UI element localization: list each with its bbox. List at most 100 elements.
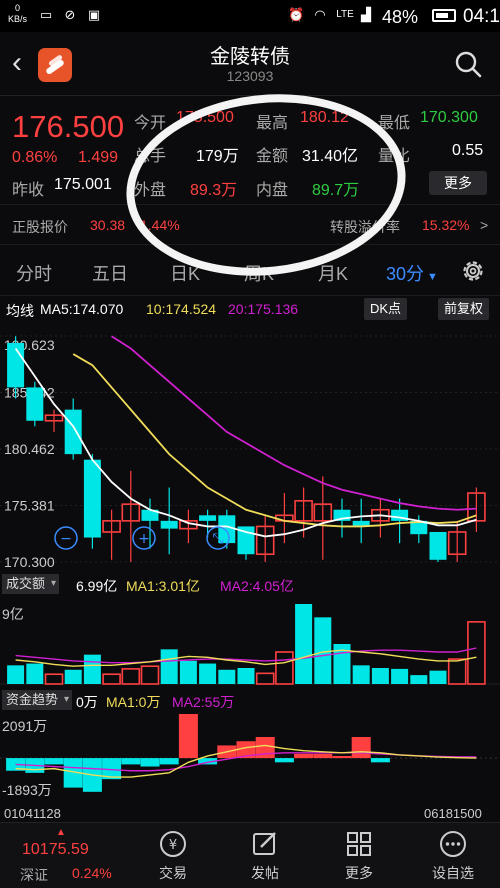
fund-flow-bar	[313, 753, 333, 759]
volume-bar	[64, 669, 82, 684]
status-bar: 0 KB/s ▭ ⊘ ▣ ⏰ ◠ LTE ▟ 48% 04:16	[0, 0, 500, 32]
index-value[interactable]: 10175.59	[22, 841, 89, 859]
wifi-icon: ◠	[314, 7, 326, 22]
outer-label: 外盘	[134, 182, 167, 199]
fund-flow-axis-bottom: -1893万	[2, 782, 52, 798]
search-icon[interactable]	[454, 50, 482, 78]
volume-value: 6.99亿	[76, 578, 118, 594]
volume-bar	[140, 665, 160, 685]
fund-flow-bar	[121, 758, 141, 765]
network-speed: 0 KB/s	[8, 3, 27, 25]
nav-trade[interactable]: ¥ 交易	[138, 829, 208, 885]
tab-five-day[interactable]: 五日	[92, 260, 128, 286]
header: ‹ 金陵转债 123093	[0, 32, 500, 96]
amount-value: 31.40亿	[302, 148, 359, 165]
tab-weekly[interactable]: 周K	[244, 260, 274, 286]
nav-post-label: 发帖	[251, 865, 279, 881]
stock-price-value: 30.38	[90, 217, 126, 233]
change-percent: 0.86%	[12, 149, 58, 166]
gear-icon[interactable]	[460, 258, 486, 284]
last-price: 176.500	[12, 109, 125, 144]
ma20-legend: 20:175.136	[228, 301, 299, 317]
svg-text:¥: ¥	[169, 838, 177, 853]
alarm-icon: ⏰	[288, 7, 305, 22]
fund-flow-indicator-select[interactable]: 资金趋势	[2, 690, 73, 710]
volume-ma2: MA2:4.05亿	[220, 578, 294, 594]
volume-ma1: MA1:3.01亿	[126, 578, 200, 594]
volume-bar	[391, 668, 409, 684]
nav-post[interactable]: 发帖	[230, 829, 300, 885]
time-axis-end: 06181500	[424, 806, 482, 821]
speed-value: 0	[15, 3, 21, 13]
conversion-row[interactable]: 正股报价 30.38 1.44% 转股溢价率 15.32% >	[0, 205, 500, 245]
high-label: 最高	[256, 115, 289, 132]
volume-bar	[83, 654, 101, 684]
nav-trade-label: 交易	[159, 865, 187, 881]
ratio-label: 量比	[378, 148, 411, 165]
stock-price-label: 正股报价	[12, 219, 68, 235]
ma-label: 均线	[6, 303, 34, 319]
prev-close-label: 昨收	[12, 182, 45, 199]
fund-flow-bar	[178, 714, 198, 759]
tab-30min[interactable]: 30分 ▼	[386, 260, 438, 286]
volume-bar	[237, 668, 255, 684]
lte-icon: LTE	[336, 9, 354, 20]
expand-icon-glyph: ⤡	[212, 531, 223, 547]
zoom-out-icon-glyph: −	[60, 531, 72, 547]
volume-bar	[199, 663, 217, 684]
volume-label: 总手	[134, 148, 167, 165]
volume-bar	[102, 673, 121, 685]
volume-bar	[447, 658, 467, 685]
volume-bar	[218, 669, 236, 684]
nav-more-label: 更多	[345, 865, 373, 881]
adjust-mode-button[interactable]: 前复权	[438, 298, 490, 320]
speed-unit: KB/s	[8, 14, 28, 24]
amount-label: 金额	[256, 148, 289, 165]
volume-indicator-select[interactable]: 成交额	[2, 574, 60, 594]
dk-point-button[interactable]: DK点	[364, 298, 408, 320]
nav-set-watch-label: 设自选	[432, 865, 474, 881]
y-tick-label: 180.462	[4, 441, 55, 457]
battery-percent: 48%	[382, 7, 419, 27]
volume-bar	[7, 665, 25, 684]
tab-intraday[interactable]: 分时	[16, 260, 52, 286]
candle-body	[429, 531, 447, 560]
index-name[interactable]: 深证	[20, 865, 48, 885]
candle-body	[26, 387, 44, 421]
ma-legend: 均线 MA5:174.070 10:174.524 20:175.136 DK点…	[0, 296, 500, 322]
tab-monthly[interactable]: 月K	[318, 260, 348, 286]
kline-chart[interactable]: 190.623185.542180.462175.381170.300−+⤡	[0, 322, 500, 568]
volume-value: 179万	[196, 148, 239, 165]
premium-label: 转股溢价率	[330, 219, 400, 235]
premium-value: 15.32%	[422, 217, 470, 233]
time-axis-start: 01041128	[4, 806, 61, 821]
up-arrow-icon: ▲	[56, 827, 66, 838]
volume-bar	[121, 668, 141, 685]
candle-body	[83, 459, 101, 538]
battery-icon	[432, 9, 456, 22]
prev-close-value: 175.001	[54, 176, 112, 193]
tab-daily[interactable]: 日K	[170, 260, 200, 286]
volume-bar	[352, 665, 370, 684]
signal-icon: ▟	[361, 7, 371, 22]
volume-bar	[295, 604, 313, 684]
fund-flow-bar	[140, 758, 160, 767]
volume-bar	[467, 621, 486, 685]
volume-bar	[410, 675, 428, 684]
volume-bar	[44, 673, 64, 685]
page-title: 金陵转债	[210, 46, 290, 68]
security-code: 123093	[226, 68, 274, 84]
nav-more[interactable]: 更多	[324, 829, 394, 885]
fund-flow-bar	[351, 737, 371, 759]
nav-set-watch[interactable]: 设自选	[418, 829, 488, 885]
more-button[interactable]: 更多	[429, 171, 487, 195]
volume-bar	[255, 672, 275, 685]
candle-body	[160, 520, 178, 529]
volume-axis-top: 9亿	[2, 606, 24, 622]
fund-flow-ma1: MA1:0万	[106, 694, 161, 710]
ma20-line	[111, 335, 477, 511]
volume-chart	[0, 604, 500, 685]
volume-bar	[179, 660, 197, 684]
ratio-value: 0.55	[452, 142, 484, 159]
fund-flow-chart	[0, 714, 500, 792]
